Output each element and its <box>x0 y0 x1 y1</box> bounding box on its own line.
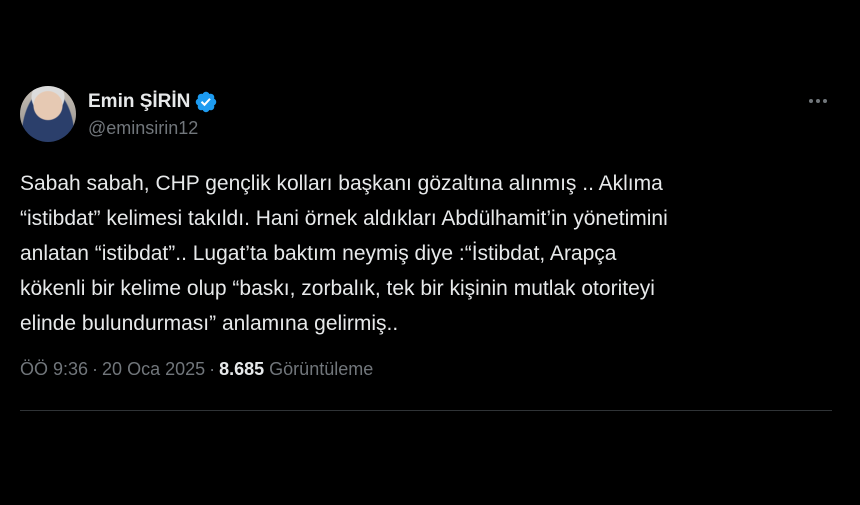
meta-separator: · <box>92 358 99 379</box>
tweet: Emin ŞİRİN @eminsirin12 Sabah sabah, CHP… <box>20 86 832 381</box>
tweet-text: Sabah sabah, CHP gençlik kolları başkanı… <box>20 172 668 335</box>
avatar[interactable] <box>20 86 76 142</box>
tweet-header: Emin ŞİRİN @eminsirin12 <box>20 86 832 146</box>
display-name[interactable]: Emin ŞİRİN <box>88 91 190 113</box>
more-dot <box>823 99 827 103</box>
divider <box>20 410 832 411</box>
tweet-time[interactable]: ÖÖ 9:36 <box>20 359 88 380</box>
more-dot <box>809 99 813 103</box>
more-horizontal-icon[interactable] <box>806 92 830 110</box>
meta-separator: · <box>209 358 216 379</box>
views-label: Görüntüleme <box>269 358 374 379</box>
more-dot <box>816 99 820 103</box>
verified-badge-icon <box>196 91 217 113</box>
handle[interactable]: @eminsirin12 <box>88 118 218 139</box>
tweet-date[interactable]: 20 Oca 2025 <box>102 359 205 380</box>
author-names: Emin ŞİRİN @eminsirin12 <box>88 90 218 139</box>
views-count: 8.685 <box>219 358 265 379</box>
display-name-row: Emin ŞİRİN <box>88 90 218 114</box>
tweet-meta: ÖÖ 9:36 · 20 Oca 2025 · 8.685 Görüntülem… <box>20 357 832 381</box>
